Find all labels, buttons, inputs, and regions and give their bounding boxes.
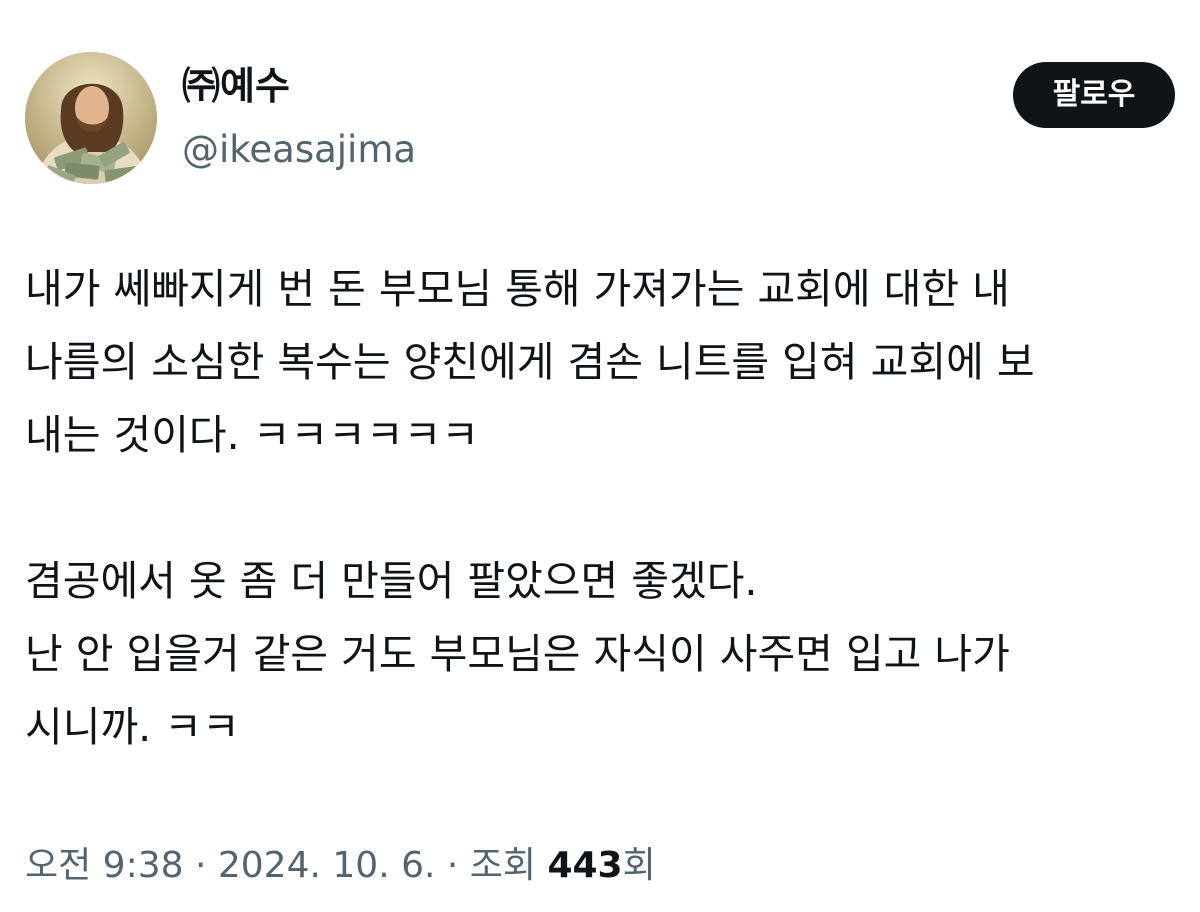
meta-separator: · [183,845,218,886]
tweet-header: ㈜예수 @ikeasajima 팔로우 [25,52,1175,184]
views-count: 443 [547,845,623,886]
author-identity: ㈜예수 @ikeasajima [182,62,416,172]
display-name[interactable]: ㈜예수 [182,62,416,110]
follow-button[interactable]: 팔로우 [1013,62,1175,128]
avatar-image [25,52,157,184]
tweet-line: 내는 것이다. ㅋㅋㅋㅋㅋㅋ [25,411,480,459]
views-suffix: 회 [622,845,656,886]
tweet-line: 난 안 입을거 같은 거도 부모님은 자식이 사주면 입고 나가 [25,630,1010,678]
username-handle[interactable]: @ikeasajima [182,128,416,172]
tweet-meta: 오전 9:38 · 2024. 10. 6. · 조회 443회 [25,836,656,896]
avatar[interactable] [25,52,157,184]
tweet-text: 내가 쎄빠지게 번 돈 부모님 통해 가져가는 교회에 대한 내 나름의 소심한… [25,253,1175,764]
tweet-date[interactable]: 2024. 10. 6. [218,845,436,886]
tweet-line: 겸공에서 옷 좀 더 만들어 팔았으면 좋겠다. [25,557,758,605]
tweet-line: 내가 쎄빠지게 번 돈 부모님 통해 가져가는 교회에 대한 내 [25,265,1010,313]
tweet-line: 시니까. ㅋㅋ [25,703,240,751]
meta-separator: · [435,845,470,886]
tweet-line: 나름의 소심한 복수는 양친에게 겸손 니트를 입혀 교회에 보 [25,338,1035,386]
tweet-time[interactable]: 오전 9:38 [25,845,184,886]
views-label: 조회 [469,845,548,886]
